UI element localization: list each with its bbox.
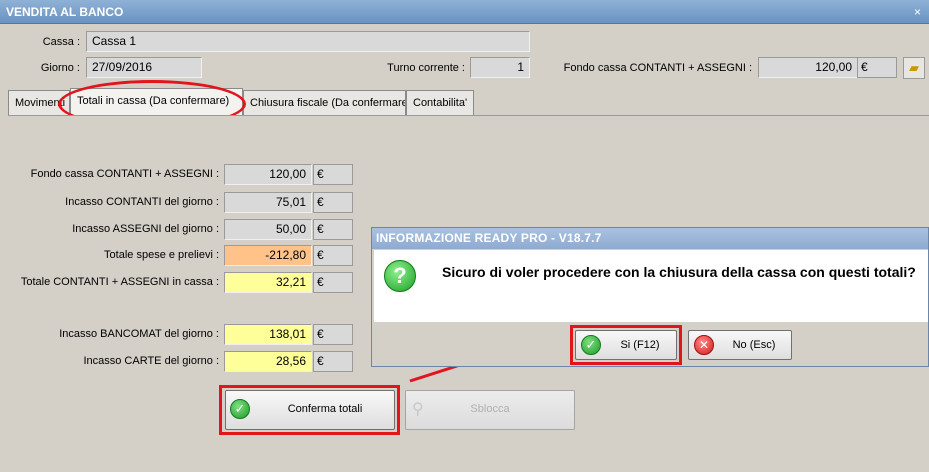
- yes-label: Si (F12): [620, 339, 660, 351]
- question-icon: ?: [384, 260, 416, 292]
- dialog-message: Sicuro di voler procedere con la chiusur…: [442, 264, 916, 280]
- dialog-title: INFORMAZIONE READY PRO - V18.7.7: [372, 228, 928, 249]
- no-button[interactable]: ✕ No (Esc): [688, 330, 792, 360]
- confirm-dialog: INFORMAZIONE READY PRO - V18.7.7 ? Sicur…: [371, 227, 929, 367]
- yes-button[interactable]: ✓ Si (F12): [575, 330, 677, 360]
- dialog-message-area: ? Sicuro di voler procedere con la chius…: [374, 250, 928, 322]
- no-label: No (Esc): [732, 339, 776, 351]
